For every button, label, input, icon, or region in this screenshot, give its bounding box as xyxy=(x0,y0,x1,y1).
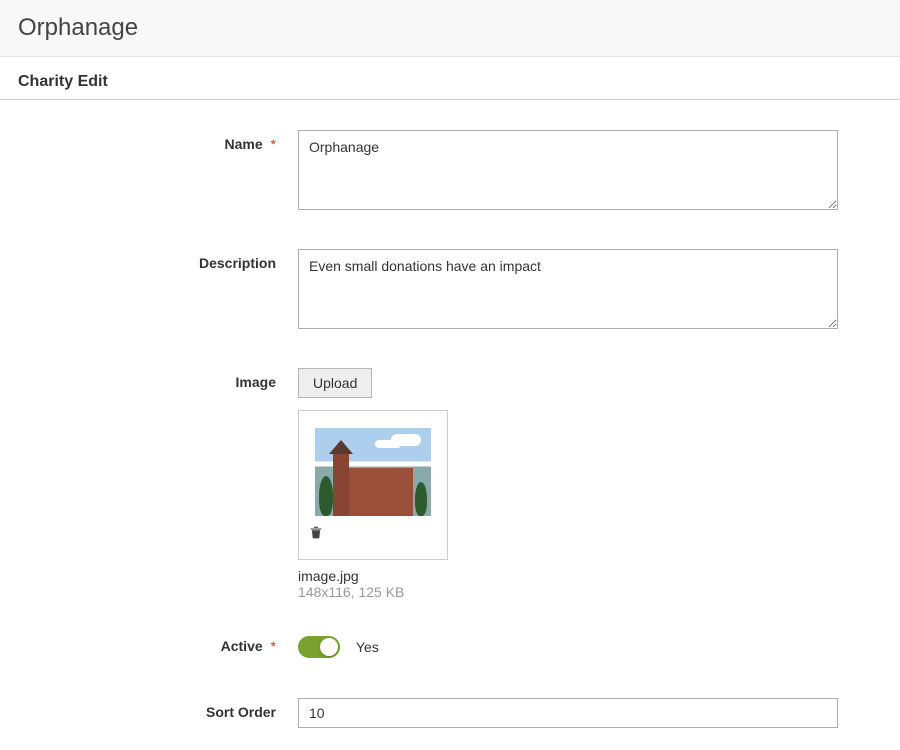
toggle-knob xyxy=(320,638,338,656)
image-label: Image xyxy=(236,374,276,390)
field-row-sort-order: Sort Order xyxy=(18,698,882,728)
active-state-label: Yes xyxy=(356,639,379,655)
required-mark: * xyxy=(271,638,276,654)
sort-order-input[interactable] xyxy=(298,698,838,728)
trash-icon xyxy=(309,524,323,540)
sort-order-label-col: Sort Order xyxy=(18,698,298,728)
field-row-name: Name * xyxy=(18,130,882,213)
page-title: Orphanage xyxy=(18,14,882,42)
upload-button[interactable]: Upload xyxy=(298,368,372,398)
name-label: Name xyxy=(225,136,263,152)
sort-order-label: Sort Order xyxy=(206,704,276,720)
image-thumbnail-box xyxy=(298,410,448,560)
field-row-description: Description xyxy=(18,249,882,332)
charity-edit-form: Name * Description Image Upload xyxy=(0,130,900,728)
description-label: Description xyxy=(199,255,276,271)
active-toggle[interactable] xyxy=(298,636,340,658)
field-row-active: Active * Yes xyxy=(18,636,882,658)
image-label-col: Image xyxy=(18,368,298,600)
field-row-image: Image Upload image.jpg 148x116, 125 KB xyxy=(18,368,882,600)
name-input[interactable] xyxy=(298,130,838,210)
section-header: Charity Edit xyxy=(0,57,900,100)
image-thumbnail[interactable] xyxy=(315,428,431,516)
active-label: Active xyxy=(221,638,263,654)
name-label-col: Name * xyxy=(18,130,298,213)
description-label-col: Description xyxy=(18,249,298,332)
image-file-meta: 148x116, 125 KB xyxy=(298,584,838,600)
image-file-name: image.jpg xyxy=(298,568,838,584)
description-input[interactable] xyxy=(298,249,838,329)
page-header: Orphanage xyxy=(0,0,900,57)
required-mark: * xyxy=(271,136,276,152)
delete-image-button[interactable] xyxy=(309,524,437,543)
section-title: Charity Edit xyxy=(18,73,882,91)
active-label-col: Active * xyxy=(18,636,298,658)
